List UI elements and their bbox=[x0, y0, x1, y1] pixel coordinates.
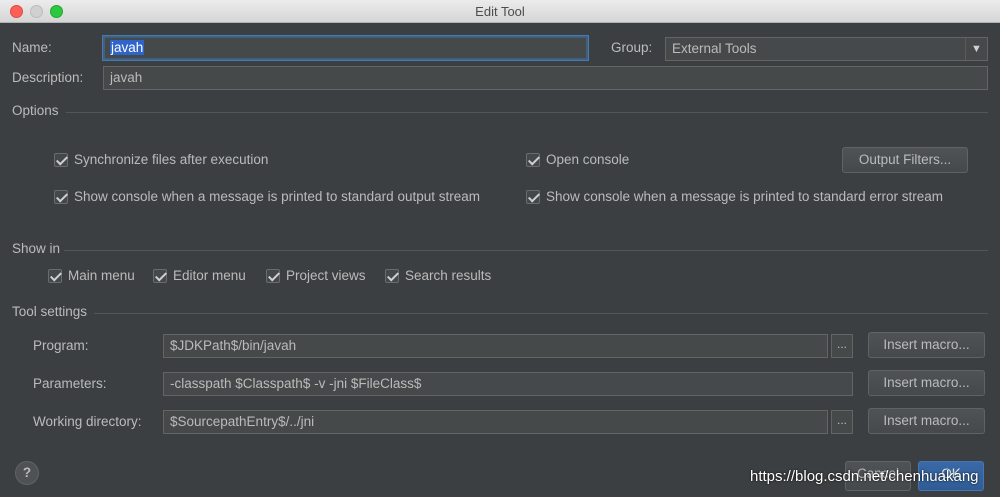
options-section-title: Options bbox=[12, 103, 59, 118]
show-in-divider bbox=[64, 250, 988, 251]
console-stderr-checkbox[interactable]: Show console when a message is printed t… bbox=[526, 189, 943, 204]
working-directory-insert-macro-button[interactable]: Insert macro... bbox=[868, 408, 985, 434]
group-combo-value: External Tools bbox=[672, 41, 757, 56]
main-menu-checkbox[interactable]: Main menu bbox=[48, 268, 135, 283]
program-input-value: $JDKPath$/bin/javah bbox=[170, 338, 297, 353]
description-input[interactable]: javah bbox=[103, 66, 988, 90]
checkbox-checked-icon bbox=[48, 268, 62, 283]
sync-files-checkbox[interactable]: Synchronize files after execution bbox=[54, 152, 268, 167]
editor-menu-checkbox[interactable]: Editor menu bbox=[153, 268, 246, 283]
name-input[interactable]: javah bbox=[103, 36, 588, 60]
output-filters-button[interactable]: Output Filters... bbox=[842, 147, 968, 173]
checkbox-checked-icon bbox=[385, 268, 399, 283]
group-label: Group: bbox=[611, 40, 653, 55]
tool-settings-section-title: Tool settings bbox=[12, 304, 88, 319]
checkbox-checked-icon bbox=[54, 189, 68, 204]
checkbox-checked-icon bbox=[153, 268, 167, 283]
tool-settings-divider bbox=[94, 313, 988, 314]
project-views-checkbox[interactable]: Project views bbox=[266, 268, 366, 283]
checkbox-checked-icon bbox=[526, 152, 540, 167]
program-input[interactable]: $JDKPath$/bin/javah bbox=[163, 334, 828, 358]
options-divider bbox=[66, 112, 988, 113]
group-combo[interactable]: External Tools ▼ bbox=[665, 37, 988, 61]
program-browse-button[interactable]: ... bbox=[831, 334, 853, 358]
project-views-label: Project views bbox=[286, 268, 366, 283]
sync-files-label: Synchronize files after execution bbox=[74, 152, 269, 167]
program-insert-macro-button[interactable]: Insert macro... bbox=[868, 332, 985, 358]
help-icon[interactable]: ? bbox=[15, 461, 39, 485]
checkbox-checked-icon bbox=[526, 189, 540, 204]
working-directory-input[interactable]: $SourcepathEntry$/../jni bbox=[163, 410, 828, 434]
editor-menu-label: Editor menu bbox=[173, 268, 246, 283]
working-directory-label: Working directory: bbox=[33, 414, 142, 429]
console-stderr-label: Show console when a message is printed t… bbox=[546, 189, 943, 204]
console-stdout-label: Show console when a message is printed t… bbox=[74, 189, 480, 204]
title-bar: Edit Tool bbox=[0, 0, 1000, 23]
description-label: Description: bbox=[12, 70, 84, 85]
main-menu-label: Main menu bbox=[68, 268, 135, 283]
window-title: Edit Tool bbox=[475, 4, 525, 19]
open-console-checkbox[interactable]: Open console bbox=[526, 152, 629, 167]
parameters-label: Parameters: bbox=[33, 376, 107, 391]
search-results-label: Search results bbox=[405, 268, 492, 283]
parameters-insert-macro-button[interactable]: Insert macro... bbox=[868, 370, 985, 396]
checkbox-checked-icon bbox=[266, 268, 280, 283]
console-stdout-checkbox[interactable]: Show console when a message is printed t… bbox=[54, 189, 480, 204]
name-input-value: javah bbox=[110, 40, 145, 55]
name-label: Name: bbox=[12, 40, 52, 55]
show-in-section-title: Show in bbox=[12, 241, 61, 256]
parameters-input[interactable]: -classpath $Classpath$ -v -jni $FileClas… bbox=[163, 372, 853, 396]
working-directory-input-value: $SourcepathEntry$/../jni bbox=[170, 414, 315, 429]
chevron-down-icon[interactable]: ▼ bbox=[965, 38, 987, 60]
open-console-label: Open console bbox=[546, 152, 630, 167]
working-directory-browse-button[interactable]: ... bbox=[831, 410, 853, 434]
search-results-checkbox[interactable]: Search results bbox=[385, 268, 491, 283]
watermark-text: https://blog.csdn.net/chenhuakang bbox=[750, 468, 979, 485]
parameters-input-value: -classpath $Classpath$ -v -jni $FileClas… bbox=[170, 376, 422, 391]
checkbox-checked-icon bbox=[54, 152, 68, 167]
description-input-value: javah bbox=[110, 70, 143, 85]
program-label: Program: bbox=[33, 338, 89, 353]
